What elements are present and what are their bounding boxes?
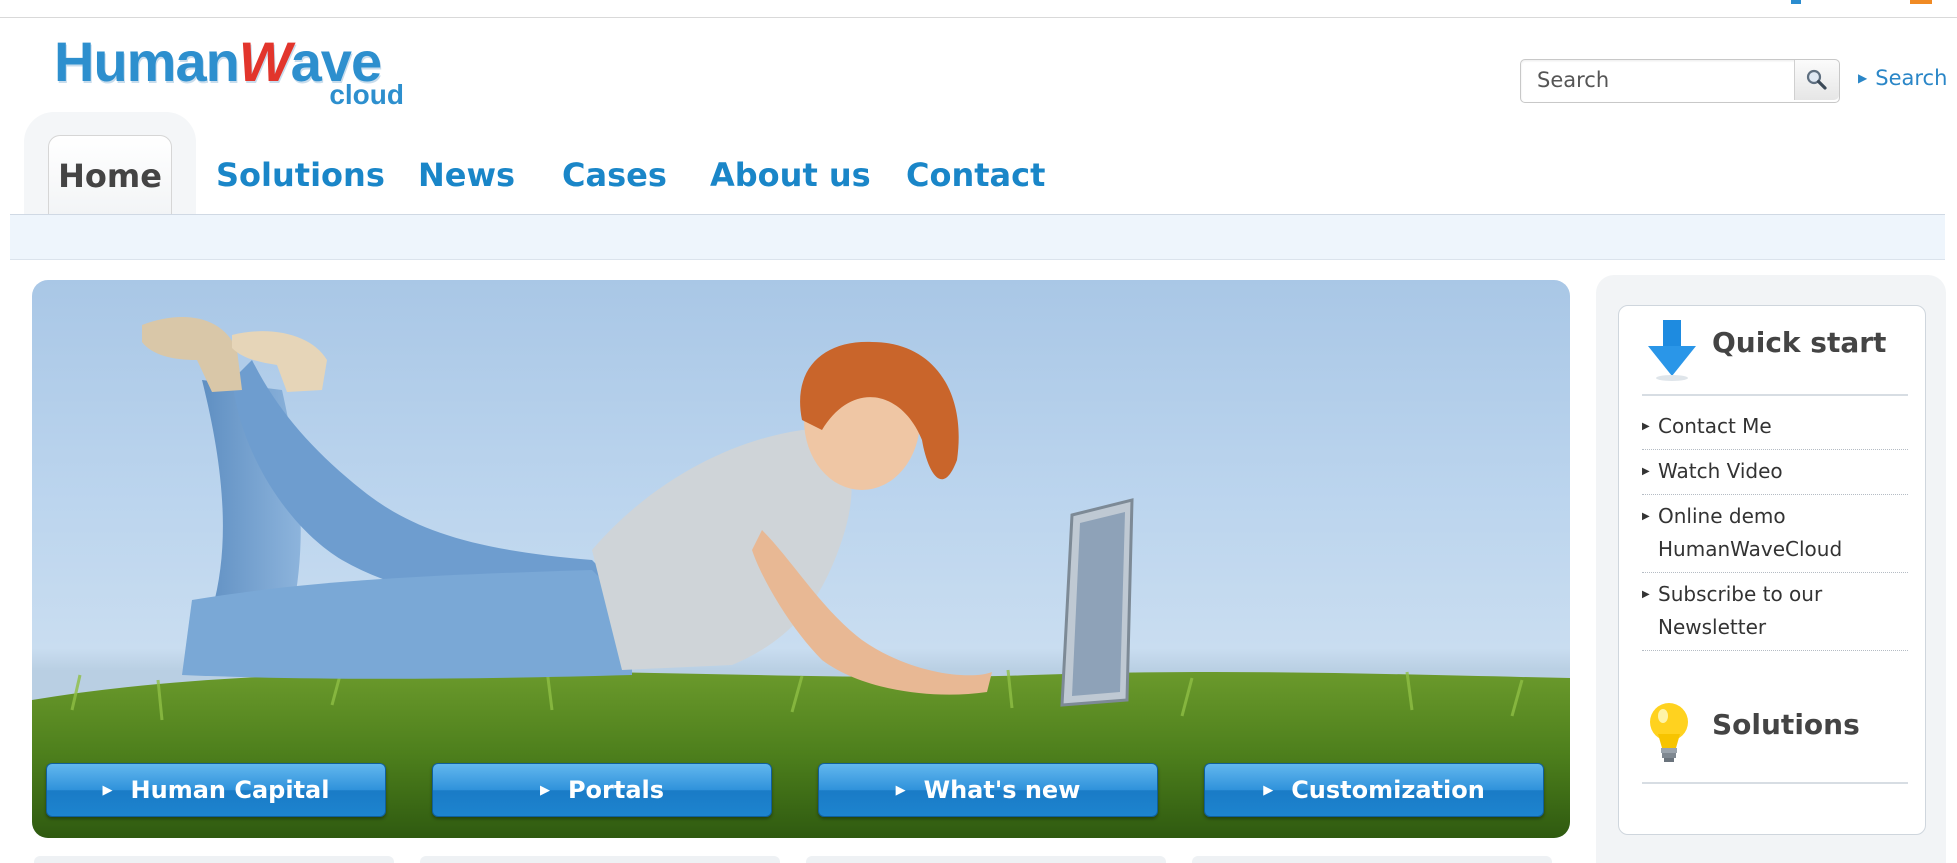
triangle-right-icon: ▶	[895, 783, 906, 798]
triangle-right-icon: ▶	[539, 783, 550, 798]
hero-button-whats-new[interactable]: ▶ What's new	[818, 763, 1158, 817]
tab-about-us[interactable]: About us	[710, 135, 871, 215]
triangle-right-icon: ▶	[1263, 783, 1274, 798]
solutions-title: Solutions	[1712, 708, 1860, 741]
hero-button-customization[interactable]: ▶ Customization	[1204, 763, 1544, 817]
search-icon	[1806, 69, 1827, 90]
nav-subbar	[10, 214, 1945, 260]
lightbulb-icon	[1650, 703, 1688, 762]
triangle-right-icon: ▶	[1858, 71, 1868, 85]
tab-cases[interactable]: Cases	[562, 135, 667, 215]
quick-start-list: ▶ Contact Me ▶ Watch Video ▶ Online demo Hum…	[1642, 405, 1908, 651]
corner-mark-blue	[1791, 0, 1801, 4]
triangle-right-icon: ▶	[1642, 589, 1650, 600]
hero-banner: ▶ Human Capital ▶ Portals ▶ What's new ▶ Cus…	[32, 280, 1570, 838]
solutions-header: Solutions	[1642, 690, 1908, 784]
triangle-right-icon: ▶	[102, 783, 113, 798]
search-link[interactable]: ▶ Search	[1858, 66, 1947, 90]
triangle-right-icon: ▶	[1642, 511, 1650, 522]
tab-news[interactable]: News	[418, 135, 515, 215]
search-button[interactable]	[1794, 60, 1839, 100]
content-card-hint	[420, 856, 780, 863]
tab-home[interactable]: Home	[48, 135, 172, 216]
content-card-hint	[806, 856, 1166, 863]
arrow-down-icon	[1648, 320, 1696, 381]
site-logo[interactable]: HumanWave cloud	[54, 32, 404, 112]
content-card-hint	[34, 856, 394, 863]
tab-solutions[interactable]: Solutions	[216, 135, 385, 215]
tab-contact[interactable]: Contact	[906, 135, 1045, 215]
search-form	[1520, 59, 1840, 103]
top-divider	[0, 17, 1957, 18]
quick-start-title: Quick start	[1712, 326, 1887, 359]
triangle-right-icon: ▶	[1642, 466, 1650, 477]
quick-link-online-demo[interactable]: ▶ Online demo HumanWaveCloud	[1642, 495, 1908, 573]
hero-button-human-capital[interactable]: ▶ Human Capital	[46, 763, 386, 817]
search-input[interactable]	[1521, 60, 1791, 100]
quick-start-header: Quick start	[1642, 312, 1908, 396]
triangle-right-icon: ▶	[1642, 421, 1650, 432]
hero-button-portals[interactable]: ▶ Portals	[432, 763, 772, 817]
corner-mark-orange	[1910, 0, 1932, 4]
quick-link-contact-me[interactable]: ▶ Contact Me	[1642, 405, 1908, 450]
quick-link-newsletter[interactable]: ▶ Subscribe to our Newsletter	[1642, 573, 1908, 651]
quick-link-watch-video[interactable]: ▶ Watch Video	[1642, 450, 1908, 495]
logo-subtitle: cloud	[329, 79, 404, 110]
hero-illustration	[32, 317, 1570, 838]
content-card-hint	[1192, 856, 1552, 863]
